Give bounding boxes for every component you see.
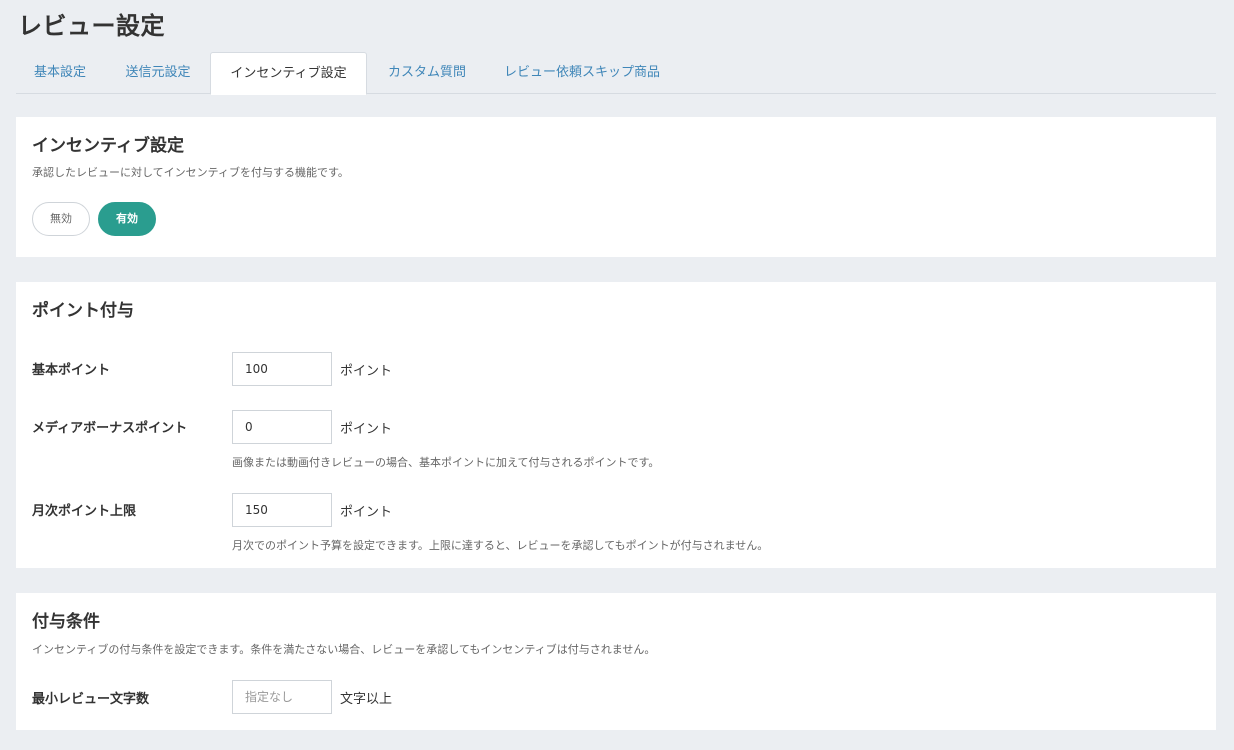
- incentive-title: インセンティブ設定: [32, 136, 184, 156]
- grant-conditions-card: 付与条件 インセンティブの付与条件を設定できます。条件を満たさない場合、レビュー…: [16, 593, 1216, 730]
- tab-sender-settings[interactable]: 送信元設定: [109, 52, 207, 94]
- tab-custom-questions[interactable]: カスタム質問: [373, 52, 481, 94]
- base-points-label: 基本ポイント: [32, 363, 111, 378]
- conditions-title: 付与条件: [32, 612, 100, 632]
- min-length-unit: 文字以上: [340, 692, 393, 707]
- monthly-cap-input[interactable]: [232, 493, 332, 527]
- points-title: ポイント付与: [32, 301, 134, 321]
- media-bonus-unit: ポイント: [340, 422, 393, 437]
- media-bonus-label: メディアボーナスポイント: [32, 421, 188, 436]
- media-bonus-input[interactable]: [232, 410, 332, 444]
- enable-button[interactable]: 有効: [98, 202, 156, 236]
- tab-incentive-settings[interactable]: インセンティブ設定: [210, 52, 367, 95]
- tab-bar: 基本設定 送信元設定 インセンティブ設定 カスタム質問 レビュー依頼スキップ商品: [16, 52, 1216, 95]
- media-bonus-help: 画像または動画付きレビューの場合、基本ポイントに加えて付与されるポイントです。: [232, 456, 660, 469]
- tab-skip-products[interactable]: レビュー依頼スキップ商品: [492, 52, 672, 94]
- tab-basic-settings[interactable]: 基本設定: [16, 52, 104, 94]
- min-length-input[interactable]: [232, 680, 332, 714]
- monthly-cap-unit: ポイント: [340, 505, 393, 520]
- base-points-unit: ポイント: [340, 364, 393, 379]
- page-title: レビュー設定: [18, 12, 165, 40]
- incentive-description: 承認したレビューに対してインセンティブを付与する機能です。: [32, 166, 349, 179]
- conditions-description: インセンティブの付与条件を設定できます。条件を満たさない場合、レビューを承認して…: [32, 643, 656, 656]
- incentive-settings-card: インセンティブ設定 承認したレビューに対してインセンティブを付与する機能です。 …: [16, 117, 1216, 257]
- base-points-input[interactable]: [232, 352, 332, 386]
- point-grant-card: ポイント付与 基本ポイント ポイント メディアボーナスポイント ポイント 画像ま…: [16, 282, 1216, 568]
- monthly-cap-label: 月次ポイント上限: [32, 504, 137, 519]
- monthly-cap-help: 月次でのポイント予算を設定できます。上限に達すると、レビューを承認してもポイント…: [232, 539, 769, 552]
- min-length-label: 最小レビュー文字数: [32, 692, 150, 707]
- disable-button[interactable]: 無効: [32, 202, 90, 236]
